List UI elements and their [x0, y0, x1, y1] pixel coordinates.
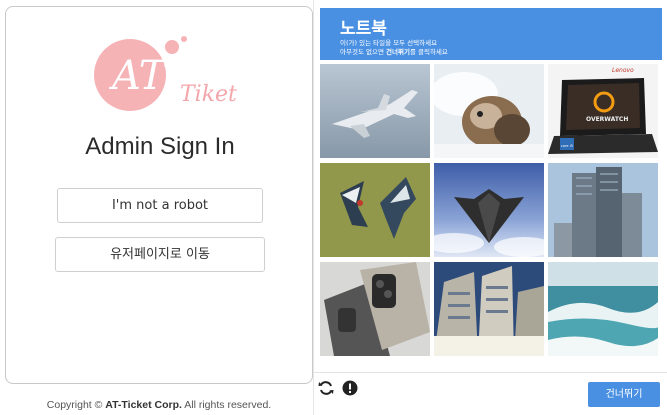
captcha-tile-birds[interactable]: [320, 163, 430, 257]
not-a-robot-button[interactable]: I'm not a robot: [57, 188, 263, 223]
skip-button[interactable]: 건너뛰기: [588, 382, 660, 407]
svg-text:Lenovo: Lenovo: [612, 67, 634, 74]
captcha-header: 노트북 이(가) 있는 타일을 모두 선택하세요 아무것도 없으면 건너뛰기를 …: [320, 8, 662, 60]
captcha-toolbar: [318, 380, 358, 398]
captcha-tile-ocean-waves[interactable]: [548, 262, 658, 356]
copyright-footer: Copyright © AT-Ticket Corp. All rights r…: [0, 399, 318, 411]
svg-text:OVERWATCH: OVERWATCH: [586, 116, 628, 123]
copyright-company: AT-Ticket Corp.: [105, 399, 182, 411]
svg-text:Tiket: Tiket: [180, 82, 237, 107]
captcha-tile-apartment-buildings[interactable]: [434, 262, 544, 356]
admin-login-card: AT Tiket Admin Sign In I'm not a robot 유…: [5, 6, 313, 384]
captcha-tile-laptop[interactable]: Lenovo OVERWATCH core i5: [548, 64, 658, 158]
svg-text:AT: AT: [108, 53, 169, 99]
captcha-tile-dog-in-snow[interactable]: [434, 64, 544, 158]
captcha-tile-skyscraper[interactable]: [548, 163, 658, 257]
captcha-instruction-2: 아무것도 없으면 건너뛰기를 클릭하세요: [340, 48, 662, 57]
captcha-divider: [314, 372, 667, 373]
refresh-icon[interactable]: [318, 380, 334, 396]
captcha-tile-stealth-aircraft[interactable]: [434, 163, 544, 257]
copyright-suffix: All rights reserved.: [184, 399, 272, 411]
instruction-2-prefix: 아무것도 없으면: [340, 48, 384, 56]
captcha-tile-airplane[interactable]: [320, 64, 430, 158]
svg-text:core i5: core i5: [561, 144, 573, 148]
copyright-prefix: Copyright ©: [46, 399, 103, 411]
captcha-image-grid: Lenovo OVERWATCH core i5: [320, 64, 660, 356]
page-title: Admin Sign In: [85, 133, 235, 160]
captcha-tile-smartphone[interactable]: [320, 262, 430, 356]
captcha-target-word: 노트북: [340, 19, 387, 39]
at-tiket-logo: AT Tiket: [90, 27, 240, 119]
captcha-instruction-1: 이(가) 있는 타일을 모두 선택하세요: [340, 39, 438, 47]
instruction-2-suffix: 를 클릭하세요: [409, 48, 448, 56]
info-alert-icon[interactable]: [342, 380, 358, 396]
image-captcha: 노트북 이(가) 있는 타일을 모두 선택하세요 아무것도 없으면 건너뛰기를 …: [313, 0, 667, 415]
go-to-user-page-button[interactable]: 유저페이지로 이동: [55, 237, 265, 272]
instruction-2-skip: 건너뛰기: [386, 48, 410, 56]
